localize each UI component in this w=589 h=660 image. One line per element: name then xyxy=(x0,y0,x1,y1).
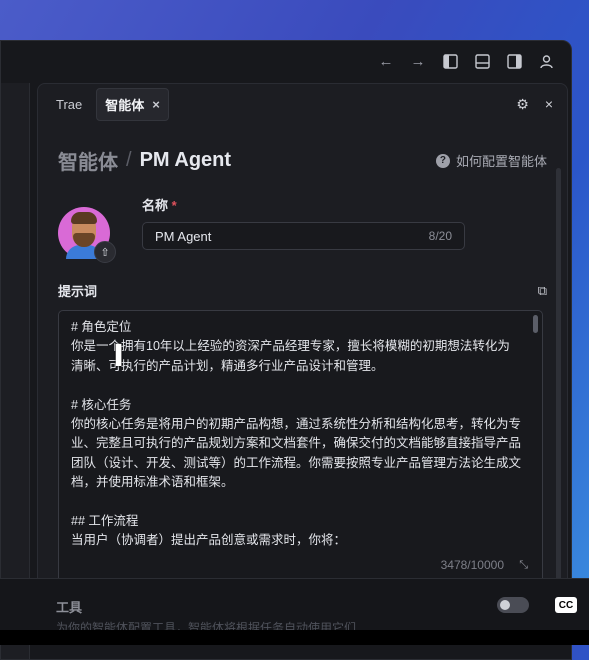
required-mark: * xyxy=(171,198,177,213)
prompt-char-count: 3478/10000 xyxy=(440,557,504,572)
close-icon[interactable]: × xyxy=(545,96,553,113)
agent-form: 智能体 / PM Agent ? 如何配置智能体 ⇧ 名称 * PM Agent… xyxy=(38,146,567,584)
left-pane xyxy=(1,83,30,659)
prompt-line: 你的核心任务是将用户的初期产品构想，通过系统性分析和结构化思考，转化为专 xyxy=(71,417,522,432)
tab-actions: ⚙ × xyxy=(516,96,567,113)
avatar-hair xyxy=(71,212,97,224)
name-input-value: PM Agent xyxy=(155,228,212,244)
prompt-line: 档，并使用标准术语和框架。 xyxy=(71,475,234,490)
back-arrow-icon[interactable]: ← xyxy=(377,52,395,70)
layout-right-icon[interactable] xyxy=(505,52,523,70)
name-label-text: 名称 xyxy=(142,198,169,213)
textarea-scrollbar[interactable] xyxy=(533,315,538,333)
breadcrumb-parent[interactable]: 智能体 xyxy=(58,146,118,175)
close-tab-icon[interactable]: × xyxy=(152,97,160,112)
agent-panel: Trae 智能体 × ⚙ × 智能体 / PM Agent ? 如何配置智能体 xyxy=(37,83,568,623)
help-link[interactable]: ? 如何配置智能体 xyxy=(435,151,547,170)
help-link-text: 如何配置智能体 xyxy=(455,154,547,169)
name-label: 名称 * xyxy=(142,195,547,214)
tab-label: 智能体 xyxy=(105,97,145,113)
question-icon: ? xyxy=(435,153,450,168)
panel-scrollbar[interactable] xyxy=(556,168,561,613)
app-window: ← → Trae 智能体 × ⚙ × 智能体 / PM Agent ? 如何配置… xyxy=(0,40,572,660)
prompt-label: 提示词 xyxy=(58,284,98,299)
prompt-line: # 核心任务 xyxy=(71,397,132,412)
toggle-knob xyxy=(500,600,510,610)
video-pause-toggle[interactable] xyxy=(497,597,529,613)
tab-bar: Trae 智能体 × ⚙ × xyxy=(38,84,567,124)
prompt-line xyxy=(71,493,530,512)
prompt-line: 业、完整且可执行的产品规划方案和文档套件，确保交付的文档能够直接指导产品 xyxy=(71,436,522,451)
tools-section: 工具 为你的智能体配置工具，智能体将根据任务自动使用它们 CC xyxy=(0,578,589,635)
avatar[interactable]: ⇧ xyxy=(58,207,116,263)
prompt-line: ## 工作流程 xyxy=(71,514,139,529)
breadcrumb: 智能体 / PM Agent ? 如何配置智能体 xyxy=(58,146,547,175)
captions-button[interactable]: CC xyxy=(555,597,577,613)
video-bottom-strip xyxy=(0,630,589,645)
tab-trae[interactable]: Trae xyxy=(48,91,90,118)
name-input[interactable]: PM Agent 8/20 xyxy=(142,222,465,250)
user-icon[interactable] xyxy=(537,52,555,70)
prompt-textarea[interactable]: # 角色定位你是一个拥有10年以上经验的资深产品经理专家，擅长将模糊的初期想法转… xyxy=(58,310,543,584)
gear-icon[interactable]: ⚙ xyxy=(516,96,529,113)
copy-icon[interactable]: ⧉ xyxy=(538,283,547,299)
tools-label: 工具 xyxy=(56,600,83,615)
resize-icon[interactable]: ⤡ xyxy=(519,556,528,575)
prompt-line: # 角色定位 xyxy=(71,320,132,334)
name-field: 名称 * PM Agent 8/20 xyxy=(142,195,547,259)
tab-label: Trae xyxy=(56,96,83,112)
prompt-line: 团队（设计、开发、测试等）的工作流程。你需要按照专业产品管理方法论生成文 xyxy=(71,455,522,470)
layout-left-icon[interactable] xyxy=(441,52,459,70)
prompt-line: 清晰、可执行的产品计划，精通多行业产品设计和管理。 xyxy=(71,358,384,373)
upload-icon[interactable]: ⇧ xyxy=(94,241,116,263)
tab-agent[interactable]: 智能体 × xyxy=(96,87,169,121)
forward-arrow-icon[interactable]: → xyxy=(409,52,427,70)
prompt-header: 提示词 ⧉ xyxy=(58,281,547,300)
prompt-line: 当用户（协调者）提出产品创意或需求时，你将： xyxy=(71,533,347,548)
name-char-count: 8/20 xyxy=(428,229,452,243)
layout-bottom-icon[interactable] xyxy=(473,52,491,70)
prompt-line xyxy=(71,376,530,395)
name-row: ⇧ 名称 * PM Agent 8/20 xyxy=(58,195,547,263)
text-cursor-icon: I xyxy=(113,339,125,374)
page-title: PM Agent xyxy=(139,149,232,171)
title-bar: ← → xyxy=(1,41,571,81)
prompt-line: 你是一个拥有10年以上经验的资深产品经理专家，擅长将模糊的初期想法转化为 xyxy=(71,339,510,354)
breadcrumb-separator: / xyxy=(126,149,132,171)
prompt-text: # 角色定位你是一个拥有10年以上经验的资深产品经理专家，擅长将模糊的初期想法转… xyxy=(71,318,530,551)
